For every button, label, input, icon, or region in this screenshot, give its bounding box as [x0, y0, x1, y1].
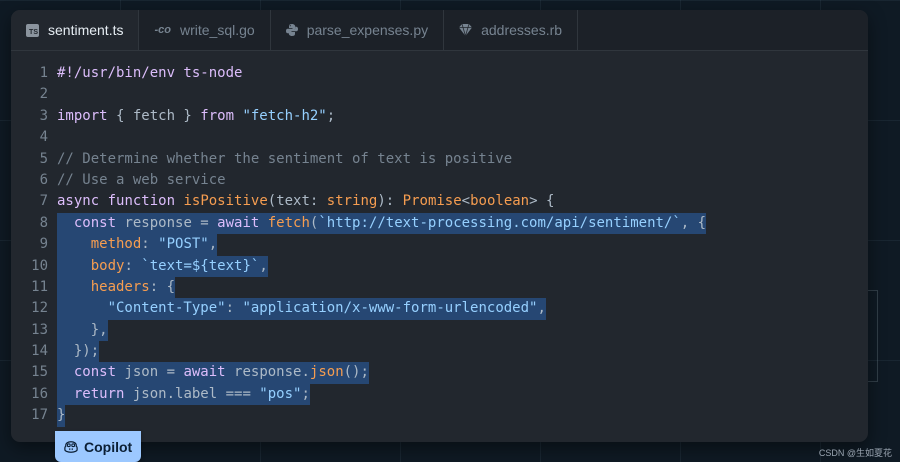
- code-editor[interactable]: 1 #!/usr/bin/env ts-node 2 3 import { fe…: [11, 63, 868, 427]
- line-number: 3: [39, 107, 48, 124]
- copilot-label: Copilot: [84, 438, 133, 455]
- line-number: 14: [31, 343, 48, 360]
- code-line-selected: 10 body: `text=${text}`,: [11, 255, 868, 277]
- code-line: 2: [11, 84, 868, 105]
- tab-addresses-rb[interactable]: addresses.rb: [444, 10, 579, 50]
- property-token: method: [90, 236, 142, 253]
- string-token: "pos": [259, 385, 302, 402]
- function-name-token: isPositive: [183, 193, 268, 210]
- type-token: string: [326, 193, 378, 210]
- line-number: 15: [31, 364, 48, 381]
- line-number: 5: [39, 150, 48, 167]
- code-line: 7 async function isPositive(text: string…: [11, 191, 868, 212]
- ruby-file-icon: [459, 24, 473, 36]
- code-line: 4: [11, 127, 868, 148]
- line-number: 9: [39, 236, 48, 253]
- keyword-token: const: [73, 364, 117, 381]
- typescript-file-icon: TS: [26, 23, 39, 37]
- line-content: #!/usr/bin/env ts-node: [57, 65, 243, 81]
- string-token: `text=${text}`: [141, 257, 260, 274]
- code-line-selected: 13 },: [11, 319, 868, 342]
- property-token: headers: [90, 278, 150, 295]
- watermark: CSDN @生如夏花: [818, 448, 892, 458]
- type-token: Promise: [402, 193, 462, 210]
- code-line-selected: 12 "Content-Type": "application/x-www-fo…: [11, 298, 868, 320]
- code-line-selected: 11 headers: {: [11, 276, 868, 299]
- property-token: body: [90, 257, 125, 274]
- keyword-token: from: [200, 107, 235, 124]
- code-line-selected: 8 const response = await fetch(`http://t…: [11, 212, 868, 235]
- code-line-selected: 9 method: "POST",: [11, 234, 868, 256]
- copilot-icon: [64, 440, 78, 453]
- keyword-token: import: [57, 107, 108, 124]
- comment-token: // Determine whether the sentiment of te…: [57, 150, 513, 167]
- keyword-token: await: [183, 364, 226, 381]
- keyword-token: await: [217, 214, 260, 231]
- code-line: 1 #!/usr/bin/env ts-node: [11, 63, 868, 84]
- python-file-icon: [285, 24, 298, 36]
- keyword-token: return: [73, 385, 125, 402]
- code-line: 3 import { fetch } from "fetch-h2";: [11, 106, 868, 127]
- code-line-selected: 17 }: [11, 405, 868, 427]
- line-number: 2: [39, 86, 48, 103]
- line-number: 13: [31, 321, 48, 338]
- keyword-token: function: [107, 193, 176, 210]
- string-token: "fetch-h2": [242, 107, 327, 124]
- tab-label: write_sql.go: [179, 22, 255, 38]
- function-call-token: fetch: [259, 214, 310, 231]
- string-token: `http://text-processing.com/api/sentimen…: [318, 214, 681, 231]
- line-content: }: [57, 405, 66, 427]
- code-line: 5 // Determine whether the sentiment of …: [11, 149, 868, 170]
- keyword-token: const: [73, 214, 117, 231]
- line-number: 16: [31, 385, 48, 402]
- tab-label: parse_expenses.py: [306, 22, 429, 38]
- code-token: { fetch }: [107, 107, 201, 124]
- comment-token: // Use a web service: [57, 171, 226, 188]
- string-token: "POST": [158, 236, 209, 253]
- code-line: 6 // Use a web service: [11, 170, 868, 191]
- keyword-token: async: [57, 193, 100, 210]
- tab-sentiment-ts[interactable]: TS sentiment.ts: [11, 10, 140, 50]
- line-number: 12: [31, 300, 48, 317]
- code-line-selected: 14 });: [11, 341, 868, 363]
- tab-label: sentiment.ts: [48, 22, 124, 38]
- line-number: 1: [39, 65, 48, 81]
- line-number: 7: [39, 193, 48, 210]
- copilot-button[interactable]: Copilot: [55, 431, 142, 462]
- string-token: "application/x-www-form-urlencoded": [242, 300, 538, 317]
- type-token: boolean: [470, 193, 530, 210]
- line-number: 17: [31, 407, 48, 424]
- line-number: 10: [31, 257, 48, 274]
- tab-label: addresses.rb: [481, 22, 563, 38]
- code-line-selected: 15 const json = await response.json();: [11, 362, 868, 384]
- tab-write-sql-go[interactable]: -co write_sql.go: [139, 10, 271, 50]
- line-number: 4: [39, 129, 48, 146]
- go-file-icon: -co: [154, 24, 171, 36]
- line-content: });: [57, 341, 100, 363]
- line-number: 6: [39, 171, 48, 188]
- function-call-token: json: [309, 364, 344, 381]
- string-token: "Content-Type": [107, 300, 226, 317]
- line-number: 8: [39, 214, 48, 231]
- editor-window: TS sentiment.ts -co write_sql.go parse_e…: [11, 10, 868, 442]
- line-number: 11: [31, 278, 48, 295]
- tab-bar: TS sentiment.ts -co write_sql.go parse_e…: [11, 10, 868, 51]
- tab-parse-expenses-py[interactable]: parse_expenses.py: [271, 10, 445, 50]
- code-line-selected: 16 return json.label === "pos";: [11, 383, 868, 406]
- line-content: },: [57, 319, 108, 342]
